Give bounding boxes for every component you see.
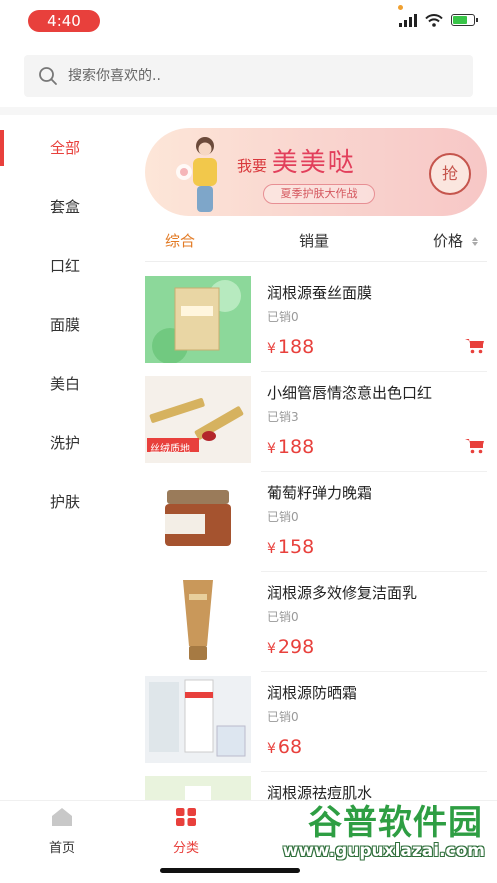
price-value: 188 [277,436,315,458]
currency-symbol: ¥ [267,541,276,557]
price-value: 158 [277,536,315,558]
product-price: ¥188 [267,336,314,358]
product-item[interactable]: 润根源防晒霜 已销0 ¥68 [145,672,487,772]
tab-category[interactable]: 分类 [156,807,216,856]
sort-tabs: 综合 销量 价格 [145,222,487,258]
product-name[interactable]: 润根源防晒霜 [267,682,357,703]
home-icon [52,808,72,826]
sidebar-item-cleansing[interactable]: 洗护 [0,413,132,472]
product-thumbnail[interactable] [145,276,251,363]
wifi-icon [425,13,443,27]
sidebar-item-masks[interactable]: 面膜 [0,295,132,354]
tab-home[interactable]: 首页 [32,807,92,856]
product-sold-count: 已销3 [267,410,299,424]
privacy-indicator-icon [398,5,403,10]
price-value: 188 [277,336,315,358]
product-price: ¥158 [267,536,314,558]
watermark-url: www.gupuxlazai.com [282,841,485,861]
sort-tab-price[interactable]: 价格 [433,230,478,251]
product-list: 润根源蚕丝面膜 已销0 ¥188 丝绒质地 小细管唇情恣意出色口红 已销3 ¥1… [145,272,487,872]
battery-level [453,16,467,24]
search-icon [39,67,57,85]
search-input[interactable] [68,68,448,84]
product-thumbnail[interactable] [145,476,251,563]
banner-illustration [176,137,217,212]
banner-subtitle: 夏季护肤大作战 [263,184,375,204]
signal-icon [399,13,417,27]
watermark: 谷普软件园 www.gupuxlazai.com [271,795,491,865]
product-name[interactable]: 葡萄籽弹力晚霜 [267,482,372,503]
header-divider [0,107,497,115]
sort-tab-sales[interactable]: 销量 [299,230,329,251]
product-item[interactable]: 葡萄籽弹力晚霜 已销0 ¥158 [145,472,487,572]
status-icons [399,13,478,27]
product-name[interactable]: 润根源蚕丝面膜 [267,282,372,303]
status-time: 4:40 [28,10,100,32]
product-item[interactable]: 润根源蚕丝面膜 已销0 ¥188 [145,272,487,372]
product-thumbnail[interactable] [145,576,251,663]
price-value: 298 [277,636,315,658]
banner-headline: 美美哒 [271,148,356,178]
add-to-cart-icon[interactable] [465,438,485,454]
sort-arrows-icon [471,236,478,246]
add-to-cart-icon[interactable] [465,338,485,354]
product-sold-count: 已销0 [267,610,299,624]
sidebar-item-sets[interactable]: 套盒 [0,177,132,236]
banner-prefix: 我要 [237,157,268,175]
category-sidebar: 全部 套盒 口红 面膜 美白 洗护 护肤 [0,118,132,531]
banner-title: 我要 美美哒 [237,142,356,179]
product-sold-count: 已销0 [267,710,299,724]
product-price: ¥68 [267,736,302,758]
battery-icon [451,14,478,26]
status-bar: 4:40 [0,0,497,40]
sort-divider [145,261,487,262]
product-name[interactable]: 小细管唇情恣意出色口红 [267,382,432,403]
search-bar[interactable] [24,55,473,97]
sidebar-item-all[interactable]: 全部 [0,118,132,177]
sort-tab-comprehensive[interactable]: 综合 [165,230,195,251]
currency-symbol: ¥ [267,341,276,357]
price-value: 68 [277,736,303,758]
grab-button[interactable]: 抢 [429,153,471,195]
currency-symbol: ¥ [267,441,276,457]
sidebar-item-skincare[interactable]: 护肤 [0,472,132,531]
product-sold-count: 已销0 [267,510,299,524]
tab-home-label: 首页 [48,841,75,856]
product-thumbnail[interactable] [145,676,251,763]
sidebar-item-whitening[interactable]: 美白 [0,354,132,413]
watermark-title: 谷普软件园 [308,803,483,843]
product-name[interactable]: 润根源多效修复洁面乳 [267,582,417,603]
tab-category-label: 分类 [172,841,199,856]
product-price: ¥298 [267,636,314,658]
currency-symbol: ¥ [267,741,276,757]
home-indicator [160,868,300,873]
product-thumbnail[interactable]: 丝绒质地 [145,376,251,463]
sidebar-item-lipstick[interactable]: 口红 [0,236,132,295]
product-sold-count: 已销0 [267,310,299,324]
product-price: ¥188 [267,436,314,458]
currency-symbol: ¥ [267,641,276,657]
promo-banner[interactable]: 我要 美美哒 夏季护肤大作战 抢 [145,128,487,216]
product-item[interactable]: 丝绒质地 小细管唇情恣意出色口红 已销3 ¥188 [145,372,487,472]
category-icon [176,808,196,826]
product-item[interactable]: 润根源多效修复洁面乳 已销0 ¥298 [145,572,487,672]
thumb-label: 丝绒质地 [150,444,190,455]
sort-tab-price-label: 价格 [433,231,464,250]
